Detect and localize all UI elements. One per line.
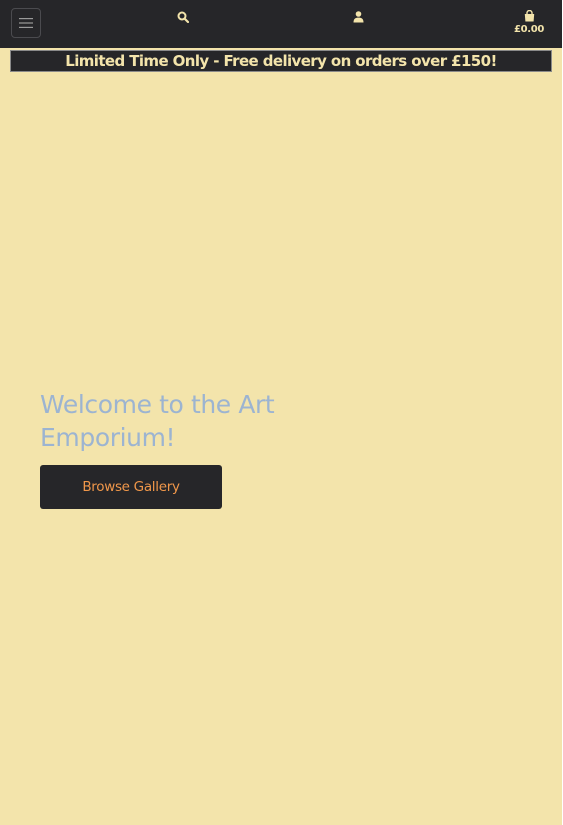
menu-toggle-button[interactable] (11, 8, 41, 38)
hamburger-menu-icon (19, 18, 33, 28)
account-button[interactable] (351, 10, 365, 24)
cart-total: £0.00 (513, 24, 545, 35)
search-button[interactable] (176, 10, 190, 24)
page: £0.00 Limited Time Only - Free delivery … (0, 0, 563, 825)
shopping-bag-icon (524, 10, 534, 22)
hero-title: Welcome to the Art Emporium! (40, 390, 275, 452)
user-icon (353, 11, 363, 23)
promo-banner: Limited Time Only - Free delivery on ord… (10, 50, 552, 72)
top-navbar: £0.00 (0, 0, 563, 48)
search-icon (177, 11, 189, 23)
cart-button[interactable]: £0.00 (514, 10, 544, 40)
browse-gallery-button[interactable]: Browse Gallery (40, 465, 222, 509)
promo-text: Limited Time Only - Free delivery on ord… (65, 52, 497, 70)
